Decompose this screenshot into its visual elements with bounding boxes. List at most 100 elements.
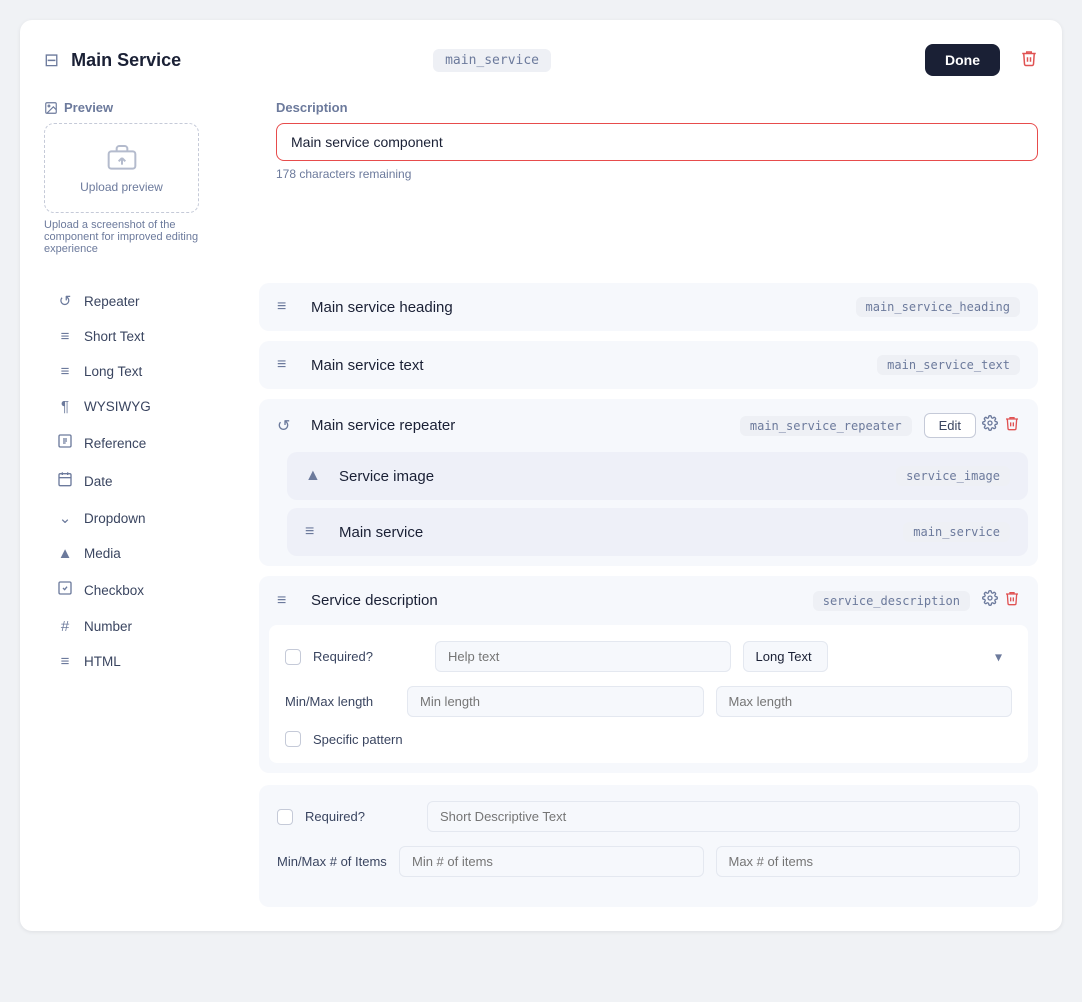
minmax-items-label: Min/Max # of Items (277, 854, 387, 869)
repeater-delete-button[interactable] (1004, 415, 1020, 436)
description-input[interactable] (276, 123, 1038, 161)
sidebar-item-number[interactable]: # Number (44, 609, 239, 644)
sidebar-item-date[interactable]: Date (44, 462, 239, 500)
number-icon: # (56, 618, 74, 635)
sidebar-item-checkbox[interactable]: Checkbox (44, 571, 239, 609)
bottom-required-label: Required? (305, 809, 415, 824)
description-hint: 178 characters remaining (276, 167, 1038, 181)
sidebar-item-media[interactable]: ▲ Media (44, 536, 239, 571)
minmax-length-label: Min/Max length (285, 694, 395, 709)
specific-pattern-checkbox[interactable] (285, 731, 301, 747)
sidebar-item-short-text[interactable]: ≡ Short Text (44, 319, 239, 354)
upload-icon (106, 142, 138, 174)
bottom-settings: Required? Min/Max # of Items (259, 785, 1038, 907)
minmax-length-row: Min/Max length (285, 686, 1012, 717)
field-service-image: ▲ Service image service_image (287, 452, 1028, 500)
sidebar-item-repeater[interactable]: ↺ Repeater (44, 283, 239, 319)
sidebar-item-label: Reference (84, 436, 146, 451)
sidebar-item-label: Checkbox (84, 583, 144, 598)
repeater-field-icon: ↺ (277, 416, 299, 436)
gear-icon (982, 590, 998, 606)
sidebar-item-wysiwyg[interactable]: ¶ WYSIWYG (44, 389, 239, 424)
service-desc-slug: service_description (813, 591, 970, 611)
sidebar-item-long-text[interactable]: ≡ Long Text (44, 354, 239, 389)
checkbox-icon (56, 580, 74, 600)
upload-preview-label: Upload preview (80, 180, 163, 194)
min-length-input[interactable] (407, 686, 704, 717)
required-checkbox[interactable] (285, 649, 301, 665)
upload-hint: Upload a screenshot of the component for… (44, 219, 199, 255)
field-text: ≡ Main service text main_service_text (259, 341, 1038, 389)
page-title: Main Service (71, 50, 421, 71)
sidebar-item-label: Repeater (84, 294, 140, 309)
service-desc-name: Service description (311, 592, 801, 609)
gear-icon (982, 415, 998, 431)
repeater-block: ↺ Main service repeater main_service_rep… (259, 399, 1038, 566)
sidebar-item-label: Dropdown (84, 511, 146, 526)
max-length-input[interactable] (716, 686, 1013, 717)
sidebar-item-html[interactable]: ≡ HTML (44, 644, 239, 679)
text-field-icon: ≡ (277, 356, 299, 374)
field-heading: ≡ Main service heading main_service_head… (259, 283, 1038, 331)
long-text-icon: ≡ (56, 363, 74, 380)
sidebar-item-label: Short Text (84, 329, 145, 344)
field-main-service: ≡ Main service main_service (287, 508, 1028, 556)
heading-field-name: Main service heading (311, 299, 844, 316)
delete-header-button[interactable] (1020, 49, 1038, 72)
sidebar-item-label: HTML (84, 654, 121, 669)
sidebar-item-label: Date (84, 474, 113, 489)
media-icon: ▲ (56, 545, 74, 562)
service-image-icon: ▲ (305, 467, 327, 485)
service-description-header: ≡ Service description service_descriptio… (259, 576, 1038, 625)
repeater-gear-button[interactable] (982, 415, 998, 436)
repeater-children: ▲ Service image service_image ≡ Main ser… (259, 452, 1038, 566)
field-service-description: ≡ Service description service_descriptio… (259, 576, 1038, 773)
service-desc-delete-button[interactable] (1004, 590, 1020, 611)
specific-pattern-row: Specific pattern (285, 731, 1012, 747)
text-field-slug: main_service_text (877, 355, 1020, 375)
trash-icon (1020, 49, 1038, 67)
required-row: Required? Long Text Short Text Rich Text (285, 641, 1012, 672)
main-service-icon: ≡ (305, 523, 327, 541)
trash-icon (1004, 415, 1020, 431)
sidebar-item-label: Media (84, 546, 121, 561)
date-icon (56, 471, 74, 491)
service-desc-gear-button[interactable] (982, 590, 998, 611)
type-select[interactable]: Long Text Short Text Rich Text (743, 641, 828, 672)
heading-field-slug: main_service_heading (856, 297, 1021, 317)
main-service-slug: main_service (903, 522, 1010, 542)
trash-icon (1004, 590, 1020, 606)
service-image-name: Service image (339, 468, 884, 485)
required-label: Required? (313, 649, 423, 664)
upload-preview-button[interactable]: Upload preview (44, 123, 199, 213)
min-items-input[interactable] (399, 846, 704, 877)
repeater-edit-button[interactable]: Edit (924, 413, 976, 438)
layers-icon: ⊟ (44, 50, 59, 71)
description-label: Description (276, 100, 1038, 115)
text-field-name: Main service text (311, 357, 865, 374)
sidebar-item-label: Long Text (84, 364, 142, 379)
bottom-required-checkbox[interactable] (277, 809, 293, 825)
html-icon: ≡ (56, 653, 74, 670)
header-slug: main_service (433, 49, 551, 72)
sidebar-item-dropdown[interactable]: ⌄ Dropdown (44, 500, 239, 536)
dropdown-icon: ⌄ (56, 509, 74, 527)
sidebar: ↺ Repeater ≡ Short Text ≡ Long Text ¶ WY… (44, 283, 239, 907)
repeater-icon: ↺ (56, 292, 74, 310)
max-items-input[interactable] (716, 846, 1021, 877)
service-desc-icon: ≡ (277, 592, 299, 610)
sidebar-item-reference[interactable]: Reference (44, 424, 239, 462)
short-desc-input[interactable] (427, 801, 1020, 832)
content-area: ≡ Main service heading main_service_head… (259, 283, 1038, 907)
reference-icon (56, 433, 74, 453)
repeater-field-name: Main service repeater (311, 417, 728, 434)
repeater-field-slug: main_service_repeater (740, 416, 912, 436)
sidebar-item-label: Number (84, 619, 132, 634)
short-text-icon: ≡ (56, 328, 74, 345)
help-text-input[interactable] (435, 641, 731, 672)
done-button[interactable]: Done (925, 44, 1000, 76)
specific-pattern-label: Specific pattern (313, 732, 423, 747)
wysiwyg-icon: ¶ (56, 398, 74, 415)
type-select-wrapper: Long Text Short Text Rich Text (743, 641, 1013, 672)
main-service-name: Main service (339, 524, 891, 541)
